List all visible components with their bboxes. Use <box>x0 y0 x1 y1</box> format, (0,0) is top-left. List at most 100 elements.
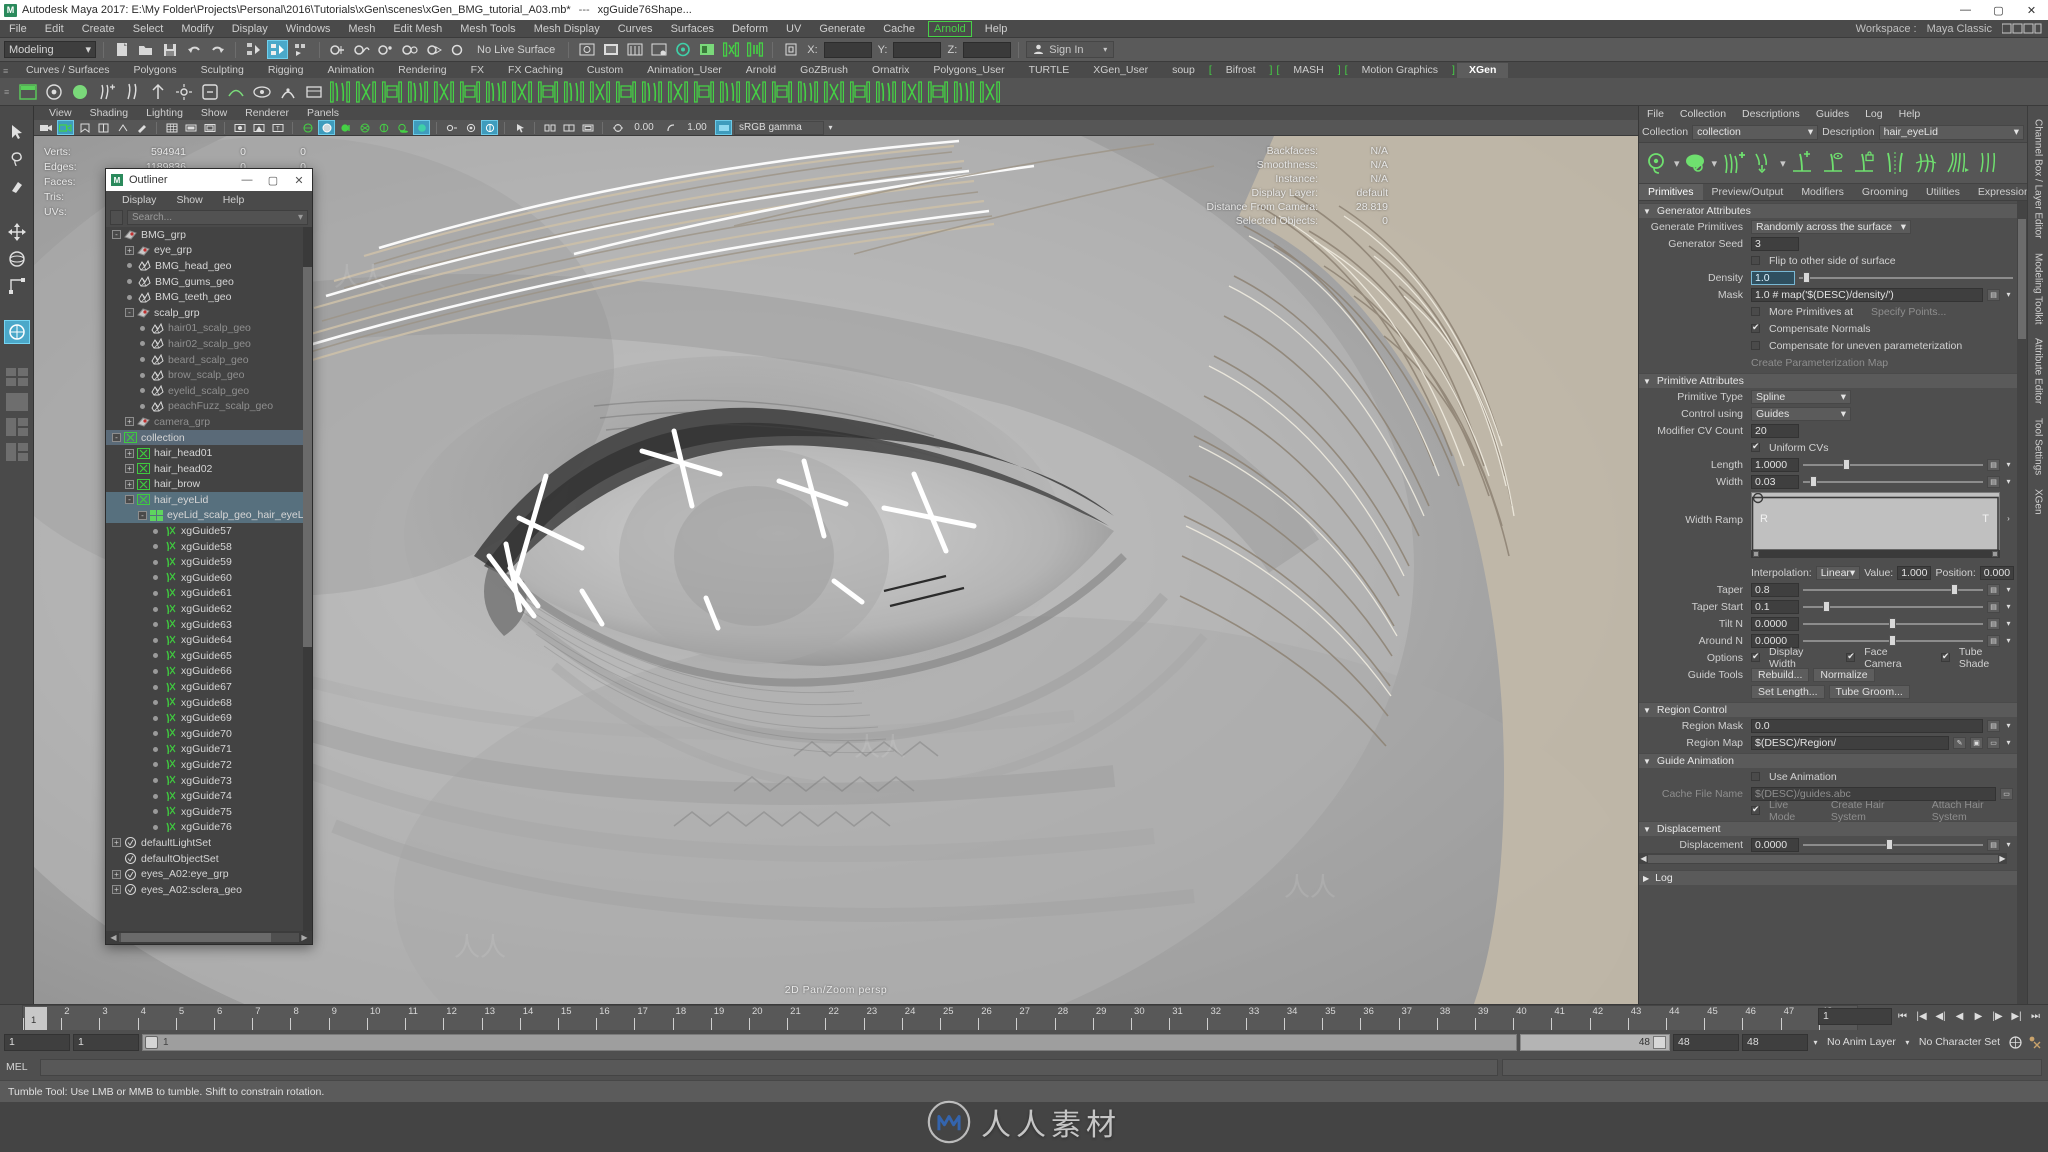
xgen-shelf-button-23-icon[interactable] <box>900 80 924 104</box>
outliner-title-bar[interactable]: M Outliner — ▢ ✕ <box>106 169 312 191</box>
flip-surface-checkbox[interactable] <box>1751 256 1760 265</box>
chevron-down-icon[interactable]: ▾ <box>1674 157 1680 170</box>
chevron-down-icon[interactable]: ▾ <box>298 212 303 223</box>
xgen-toggle-2-icon[interactable] <box>744 40 765 59</box>
shelf-tab-animation[interactable]: Animation <box>315 63 386 78</box>
xgen-shelf-button-21-icon[interactable] <box>848 80 872 104</box>
tree-collapse-icon[interactable]: - <box>138 510 147 520</box>
xgen-shelf-button-2-icon[interactable] <box>354 80 378 104</box>
section-displacement[interactable]: ▼ Displacement <box>1639 821 2017 836</box>
maximize-icon[interactable]: ▢ <box>1982 0 2015 20</box>
menu-uv[interactable]: UV <box>777 20 810 38</box>
outliner-item-xgguide67[interactable]: xgGuide67 <box>106 679 312 695</box>
chevron-down-icon[interactable]: ▾ <box>2004 619 2013 628</box>
xgen-shelf-button-26-icon[interactable] <box>978 80 1002 104</box>
tilt-n-input[interactable]: 0.0000 <box>1751 616 1799 631</box>
outliner-item-peachfuzz-scalp-geo[interactable]: peachFuzz_scalp_geo <box>106 399 312 415</box>
outliner-item-defaultobjectset[interactable]: defaultObjectSet <box>106 851 312 867</box>
xgen-shelf-button-22-icon[interactable] <box>874 80 898 104</box>
display-backface-icon[interactable] <box>560 120 577 135</box>
ramp-expand-icon[interactable]: › <box>2004 492 2013 523</box>
collection-dropdown[interactable]: collection ▾ <box>1692 124 1819 140</box>
region-map-save-icon[interactable]: ▣ <box>1970 736 1983 749</box>
chevron-down-icon[interactable]: ▾ <box>1780 157 1786 170</box>
outliner-menu-display[interactable]: Display <box>112 194 166 206</box>
outliner-item-camera-grp[interactable]: + camera_grp <box>106 414 312 430</box>
compensate-uneven-checkbox[interactable] <box>1751 341 1760 350</box>
select-by-hierarchy-icon[interactable] <box>243 40 264 59</box>
shelf-tab-curves-surfaces[interactable]: Curves / Surfaces <box>14 63 121 78</box>
chevron-down-icon[interactable]: ▾ <box>1811 1038 1820 1047</box>
render-current-frame-icon[interactable] <box>600 40 621 59</box>
primitive-type-dropdown[interactable]: Spline ▾ <box>1751 389 1851 404</box>
shelf-tab-xgen-user[interactable]: XGen_User <box>1081 63 1160 78</box>
go-to-end-icon[interactable]: ⏭ <box>2027 1007 2044 1025</box>
groom-guides-icon[interactable] <box>1911 146 1941 180</box>
outliner-item-bmg-grp[interactable]: - BMG_grp <box>106 227 312 243</box>
ipr-render-icon[interactable] <box>624 40 645 59</box>
region-mask-map-icon[interactable]: ▤ <box>1987 719 2000 732</box>
normalize-button[interactable]: Normalize <box>1813 667 1875 682</box>
step-forward-frame-icon[interactable]: |▶ <box>1989 1007 2006 1025</box>
select-by-object-icon[interactable] <box>267 40 288 59</box>
outliner-item-xgguide76[interactable]: xgGuide76 <box>106 820 312 836</box>
xgen-shelf-button-19-icon[interactable] <box>796 80 820 104</box>
viewport-menu-view[interactable]: View <box>40 107 81 119</box>
disable-description-icon[interactable] <box>1681 146 1711 180</box>
outliner-item-eyelid-scalp-geo[interactable]: eyelid_scalp_geo <box>106 383 312 399</box>
shelf-button-9-icon[interactable] <box>224 80 248 104</box>
shelf-tab-arnold[interactable]: Arnold <box>734 63 788 78</box>
lock-guide-icon[interactable] <box>1849 146 1879 180</box>
width-slider[interactable] <box>1803 475 1983 489</box>
tree-expand-icon[interactable]: + <box>125 464 134 474</box>
exposure-value[interactable]: 0.00 <box>628 122 660 133</box>
shelf-tab-rigging[interactable]: Rigging <box>256 63 316 78</box>
xgen-shelf-button-10-icon[interactable] <box>562 80 586 104</box>
add-guides-icon[interactable] <box>1718 146 1748 180</box>
xgen-shelf-button-3-icon[interactable] <box>380 80 404 104</box>
shelf-tab-turtle[interactable]: TURTLE <box>1017 63 1082 78</box>
menu-edit[interactable]: Edit <box>36 20 73 38</box>
y-coord-input[interactable] <box>893 41 942 58</box>
outliner-item-eyes-a02-sclera-geo[interactable]: + eyes_A02:sclera_geo <box>106 882 312 898</box>
tree-expand-icon[interactable]: + <box>112 838 121 848</box>
outliner-item-xgguide75[interactable]: xgGuide75 <box>106 804 312 820</box>
density-input[interactable]: 1.0 <box>1751 270 1795 285</box>
shelf-button-3-icon[interactable] <box>68 80 92 104</box>
move-tool-icon[interactable] <box>4 220 30 244</box>
scrollbar-thumb[interactable] <box>2018 219 2026 339</box>
resolution-gate-icon[interactable] <box>201 120 218 135</box>
outliner-item-xgguide60[interactable]: xgGuide60 <box>106 570 312 586</box>
outliner-item-brow-scalp-geo[interactable]: brow_scalp_geo <box>106 367 312 383</box>
xgen-tab-primitives[interactable]: Primitives <box>1639 184 1703 200</box>
tree-expand-icon[interactable]: + <box>125 479 134 489</box>
shelf-button-6-icon[interactable] <box>146 80 170 104</box>
displacement-slider[interactable] <box>1803 838 1983 852</box>
range-start-field[interactable]: 1 <box>4 1033 70 1051</box>
menu-create[interactable]: Create <box>73 20 124 38</box>
mirror-guides-icon[interactable] <box>1880 146 1910 180</box>
select-guide-icon[interactable] <box>1818 146 1848 180</box>
show-hide-render-view-icon[interactable] <box>576 40 597 59</box>
outliner-item-xgguide73[interactable]: xgGuide73 <box>106 773 312 789</box>
two-d-pan-zoom-icon[interactable] <box>114 120 131 135</box>
control-using-dropdown[interactable]: Guides ▾ <box>1751 406 1851 421</box>
tree-collapse-icon[interactable]: - <box>125 308 134 318</box>
tree-collapse-icon[interactable]: - <box>125 495 134 505</box>
shadows-icon[interactable] <box>394 120 411 135</box>
region-map-folder-icon[interactable]: ▭ <box>1987 736 2000 749</box>
select-camera-icon[interactable] <box>38 120 55 135</box>
bookmark-icon[interactable] <box>76 120 93 135</box>
outliner-close-icon[interactable]: ✕ <box>286 174 312 187</box>
tree-expand-icon[interactable]: + <box>125 245 134 255</box>
xgen-shelf-button-16-icon[interactable] <box>718 80 742 104</box>
xgen-menu-file[interactable]: File <box>1639 108 1672 120</box>
outliner-item-xgguide66[interactable]: xgGuide66 <box>106 664 312 680</box>
xgen-tab-grooming[interactable]: Grooming <box>1853 184 1917 200</box>
minimize-icon[interactable]: — <box>1949 0 1982 20</box>
lighting-display-icon[interactable] <box>375 120 392 135</box>
color-space-dropdown[interactable]: sRGB gamma <box>734 120 824 135</box>
shelf-tab-fx-caching[interactable]: FX Caching <box>496 63 575 78</box>
xray-mode-icon[interactable] <box>462 120 479 135</box>
outliner-tree[interactable]: - BMG_grp + eye_grp BMG_head_geo BMG_gums_geo… <box>106 227 312 931</box>
